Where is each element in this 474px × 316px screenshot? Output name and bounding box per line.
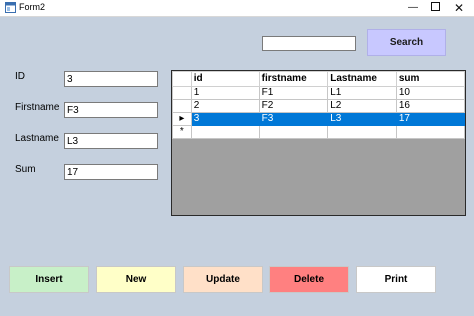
cell-sum[interactable]: 17 [395,112,465,126]
grid-header-row: id firstname Lastname sum [172,71,465,87]
maximize-button[interactable] [423,0,447,16]
search-button[interactable]: Search [367,29,446,56]
close-icon: ✕ [453,1,465,15]
cell-id[interactable]: 2 [190,99,260,113]
row-header-corner[interactable] [172,71,192,87]
minimize-icon: — [408,2,418,13]
firstname-label: Firstname [15,102,60,113]
lastname-label: Lastname [15,133,59,144]
cell-firstname[interactable]: F3 [258,112,329,126]
column-header-lastname[interactable]: Lastname [327,71,397,87]
cell-sum[interactable]: 16 [395,99,465,113]
cell-firstname[interactable]: F2 [258,99,329,113]
data-grid[interactable]: id firstname Lastname sum 1 F1 L1 10 2 F… [171,70,466,216]
table-row[interactable]: 2 F2 L2 16 [172,99,465,113]
minimize-button[interactable]: — [401,0,425,16]
cell-id[interactable]: 1 [190,86,260,100]
title-bar: Form2 — ✕ [0,0,474,17]
firstname-field[interactable] [64,102,158,118]
new-row[interactable]: * [172,125,465,139]
cell-firstname[interactable] [258,125,329,139]
cell-lastname[interactable]: L1 [327,86,397,100]
close-button[interactable]: ✕ [447,0,471,16]
search-input[interactable] [262,36,356,51]
column-header-id[interactable]: id [190,71,260,87]
table-row[interactable]: 1 F1 L1 10 [172,86,465,100]
cell-firstname[interactable]: F1 [258,86,329,100]
cell-lastname[interactable]: L3 [327,112,397,126]
sum-field[interactable] [64,164,158,180]
new-row-indicator-icon[interactable]: * [172,125,192,139]
data-grid-table: id firstname Lastname sum 1 F1 L1 10 2 F… [172,71,465,139]
cell-id[interactable] [190,125,260,139]
cell-id[interactable]: 3 [190,112,260,126]
id-label: ID [15,71,25,82]
column-header-sum[interactable]: sum [395,71,465,87]
cell-lastname[interactable]: L2 [327,99,397,113]
table-row-selected[interactable]: ▸ 3 F3 L3 17 [172,112,465,126]
id-field[interactable] [64,71,158,87]
row-header[interactable] [172,86,192,100]
current-row-indicator-icon[interactable]: ▸ [172,112,192,126]
cell-sum[interactable] [395,125,465,139]
sum-label: Sum [15,164,36,175]
form2-window: Form2 — ✕ ID Firstname Lastname Sum Sear… [0,0,474,316]
row-header[interactable] [172,99,192,113]
update-button[interactable]: Update [183,266,263,293]
column-header-firstname[interactable]: firstname [258,71,329,87]
window-title: Form2 [19,2,46,12]
print-button[interactable]: Print [356,266,436,293]
maximize-icon [430,1,440,11]
cell-sum[interactable]: 10 [395,86,465,100]
new-button[interactable]: New [96,266,176,293]
delete-button[interactable]: Delete [269,266,349,293]
insert-button[interactable]: Insert [9,266,89,293]
cell-lastname[interactable] [327,125,397,139]
lastname-field[interactable] [64,133,158,149]
app-icon [5,2,16,13]
